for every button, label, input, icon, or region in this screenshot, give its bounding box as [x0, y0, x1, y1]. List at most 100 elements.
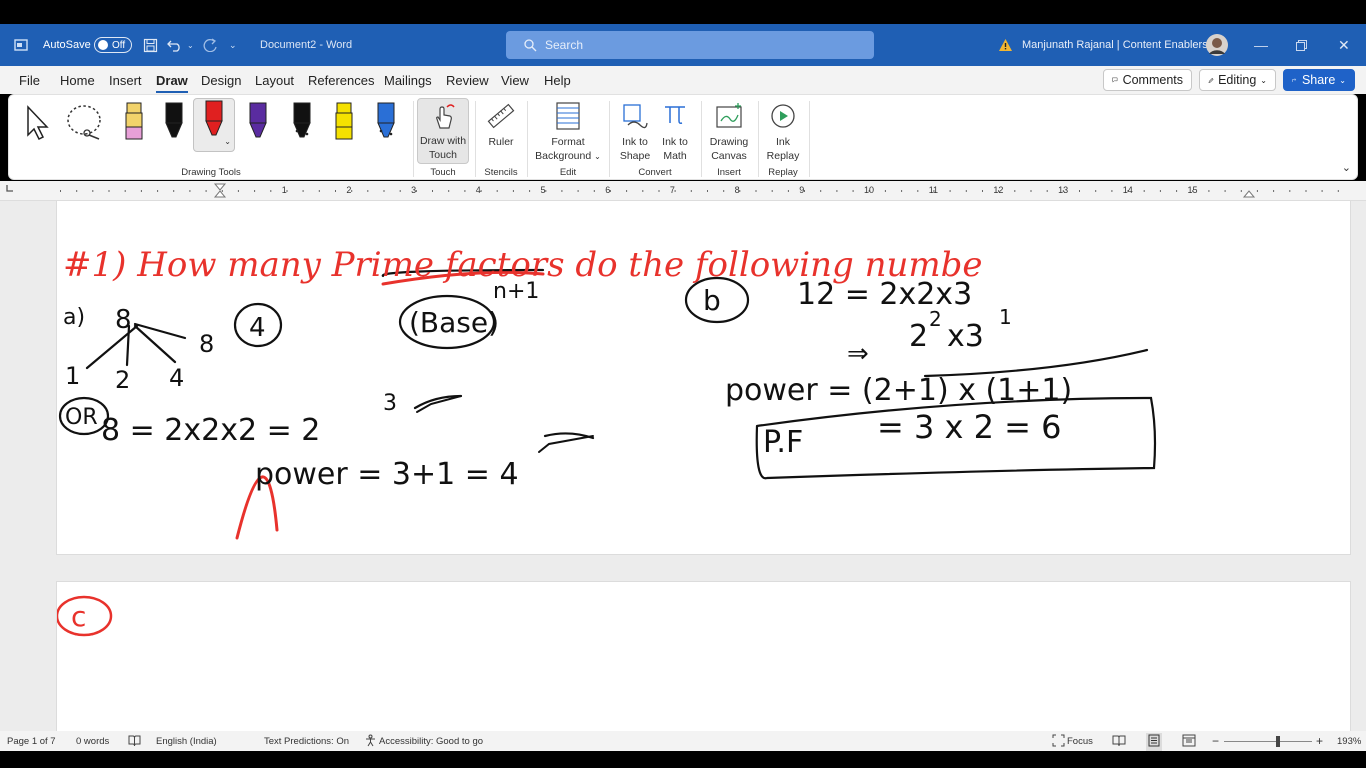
divider: [609, 101, 610, 177]
tab-insert[interactable]: Insert: [109, 73, 142, 88]
ink-to-math-button[interactable]: Ink to Math: [655, 101, 695, 163]
avatar[interactable]: [1206, 24, 1228, 66]
pen-black-glitter-tool[interactable]: [285, 101, 319, 147]
pen-black-icon: [165, 102, 183, 138]
tab-home[interactable]: Home: [60, 73, 95, 88]
factor-8: 8: [199, 330, 214, 358]
divider: [527, 101, 528, 177]
pen-black-tool[interactable]: [157, 101, 191, 147]
zoom-out-icon[interactable]: −: [1212, 734, 1219, 748]
accessibility-icon[interactable]: [364, 734, 377, 750]
tab-mailings[interactable]: Mailings: [384, 73, 432, 88]
zoom-slider-track[interactable]: [1224, 741, 1312, 742]
highlighter-yellow-tool[interactable]: [327, 101, 361, 147]
ink-to-shape-button[interactable]: Ink to Shape: [615, 101, 655, 163]
ruler-button[interactable]: Ruler: [481, 101, 521, 149]
language[interactable]: English (India): [156, 736, 217, 747]
ruler-tick: [1273, 190, 1275, 192]
select-tool[interactable]: [23, 105, 53, 145]
ruler-number: 15: [1187, 185, 1198, 195]
ruler-number: 7: [669, 185, 675, 195]
close-icon[interactable]: ✕: [1338, 24, 1350, 66]
restore-icon[interactable]: [1296, 24, 1307, 66]
ink-replay-button[interactable]: Ink Replay: [762, 101, 804, 163]
collapse-ribbon-icon[interactable]: ⌄: [1342, 161, 1351, 174]
highlighter-pink-tool[interactable]: [117, 101, 151, 147]
print-layout-icon[interactable]: [1146, 733, 1162, 751]
pen-purple-tool[interactable]: [241, 101, 275, 147]
draw-with-touch-button[interactable]: Draw with Touch: [417, 98, 469, 164]
undo-icon[interactable]: [167, 24, 183, 66]
redo-icon[interactable]: [202, 24, 218, 66]
ruler-tick: [771, 190, 773, 192]
ruler-number: 5: [540, 185, 546, 195]
web-layout-icon[interactable]: [1182, 734, 1196, 750]
ruler-number: 13: [1058, 185, 1069, 195]
ruler-number: 14: [1122, 185, 1133, 195]
drawing-canvas-button[interactable]: Drawing Canvas: [706, 101, 752, 163]
part-a-count: 4: [249, 313, 266, 343]
chevron-down-icon: ⌄: [594, 152, 601, 161]
read-mode-icon[interactable]: [1112, 734, 1126, 750]
format-background-button[interactable]: Format Background ⌄: [533, 101, 603, 164]
ruler-tick: [318, 190, 320, 192]
ruler-tick: [1256, 190, 1258, 192]
tab-view[interactable]: View: [501, 73, 529, 88]
editing-button[interactable]: Editing ⌄: [1199, 69, 1276, 91]
pen-blue-glitter-tool[interactable]: [369, 101, 403, 147]
app-icon[interactable]: [14, 24, 28, 66]
factor-4: 4: [169, 364, 184, 392]
ruler-tick: [884, 190, 886, 192]
proofing-icon[interactable]: [128, 734, 141, 750]
tab-design[interactable]: Design: [201, 73, 241, 88]
user-name[interactable]: Manjunath Rajanal | Content Enablers: [1022, 24, 1208, 66]
tab-layout[interactable]: Layout: [255, 73, 294, 88]
tab-review[interactable]: Review: [446, 73, 489, 88]
ruler-tick: [529, 190, 531, 192]
page-count[interactable]: Page 1 of 7: [7, 736, 56, 747]
accessibility-status[interactable]: Accessibility: Good to go: [379, 736, 483, 747]
pen-purple-icon: [249, 102, 267, 138]
text-predictions[interactable]: Text Predictions: On: [264, 736, 349, 747]
horizontal-ruler[interactable]: 1 2 3 4 5 6 7 8 9 10 11 12 13 14 15: [0, 181, 1366, 201]
page-1[interactable]: #1) How many Prime factors do the follow…: [56, 201, 1351, 555]
ruler-tick: [1159, 190, 1161, 192]
share-button[interactable]: Share ⌄: [1283, 69, 1355, 91]
ruler-tick: [512, 190, 514, 192]
part-a-expression: 8 = 2x2x2 = 2: [101, 413, 320, 448]
group-insert: Insert: [717, 167, 741, 178]
drawing-canvas-line2: Canvas: [711, 150, 747, 162]
warning-icon[interactable]: [998, 24, 1013, 66]
document-title: Document2 - Word: [260, 24, 352, 66]
page-2[interactable]: c: [56, 581, 1351, 731]
document-canvas[interactable]: #1) How many Prime factors do the follow…: [0, 201, 1366, 731]
zoom-slider-thumb[interactable]: [1276, 736, 1280, 747]
tab-file[interactable]: File: [19, 73, 40, 88]
ruler-tick: [383, 190, 385, 192]
pen-red-tool[interactable]: ⌄: [193, 98, 235, 152]
minimize-icon[interactable]: —: [1254, 24, 1268, 66]
ruler-tick: [335, 190, 336, 192]
divider: [475, 101, 476, 177]
word-count[interactable]: 0 words: [76, 736, 109, 747]
ruler-tick: [949, 190, 951, 192]
tab-references[interactable]: References: [308, 73, 374, 88]
tab-draw[interactable]: Draw: [156, 73, 188, 93]
comments-button[interactable]: Comments: [1103, 69, 1192, 91]
chevron-down-icon[interactable]: ⌄: [224, 135, 231, 149]
zoom-in-icon[interactable]: +: [1316, 734, 1323, 748]
focus-button[interactable]: Focus: [1067, 736, 1093, 747]
search-input[interactable]: Search: [506, 31, 874, 59]
save-icon[interactable]: [143, 24, 158, 66]
doc-name: Document2: [260, 39, 317, 51]
zoom-level[interactable]: 193%: [1337, 736, 1361, 747]
undo-dropdown-icon[interactable]: ⌄: [187, 24, 194, 66]
lasso-select-tool[interactable]: [65, 103, 105, 147]
focus-icon[interactable]: [1052, 734, 1065, 750]
customize-toolbar-icon[interactable]: ⌄: [229, 24, 237, 66]
part-b-expression: 12 = 2x2x3: [797, 277, 972, 312]
autosave-state: Off: [112, 39, 126, 51]
tab-help[interactable]: Help: [544, 73, 571, 88]
autosave-toggle[interactable]: Off: [88, 24, 132, 66]
ruler-tick: [1030, 190, 1032, 192]
